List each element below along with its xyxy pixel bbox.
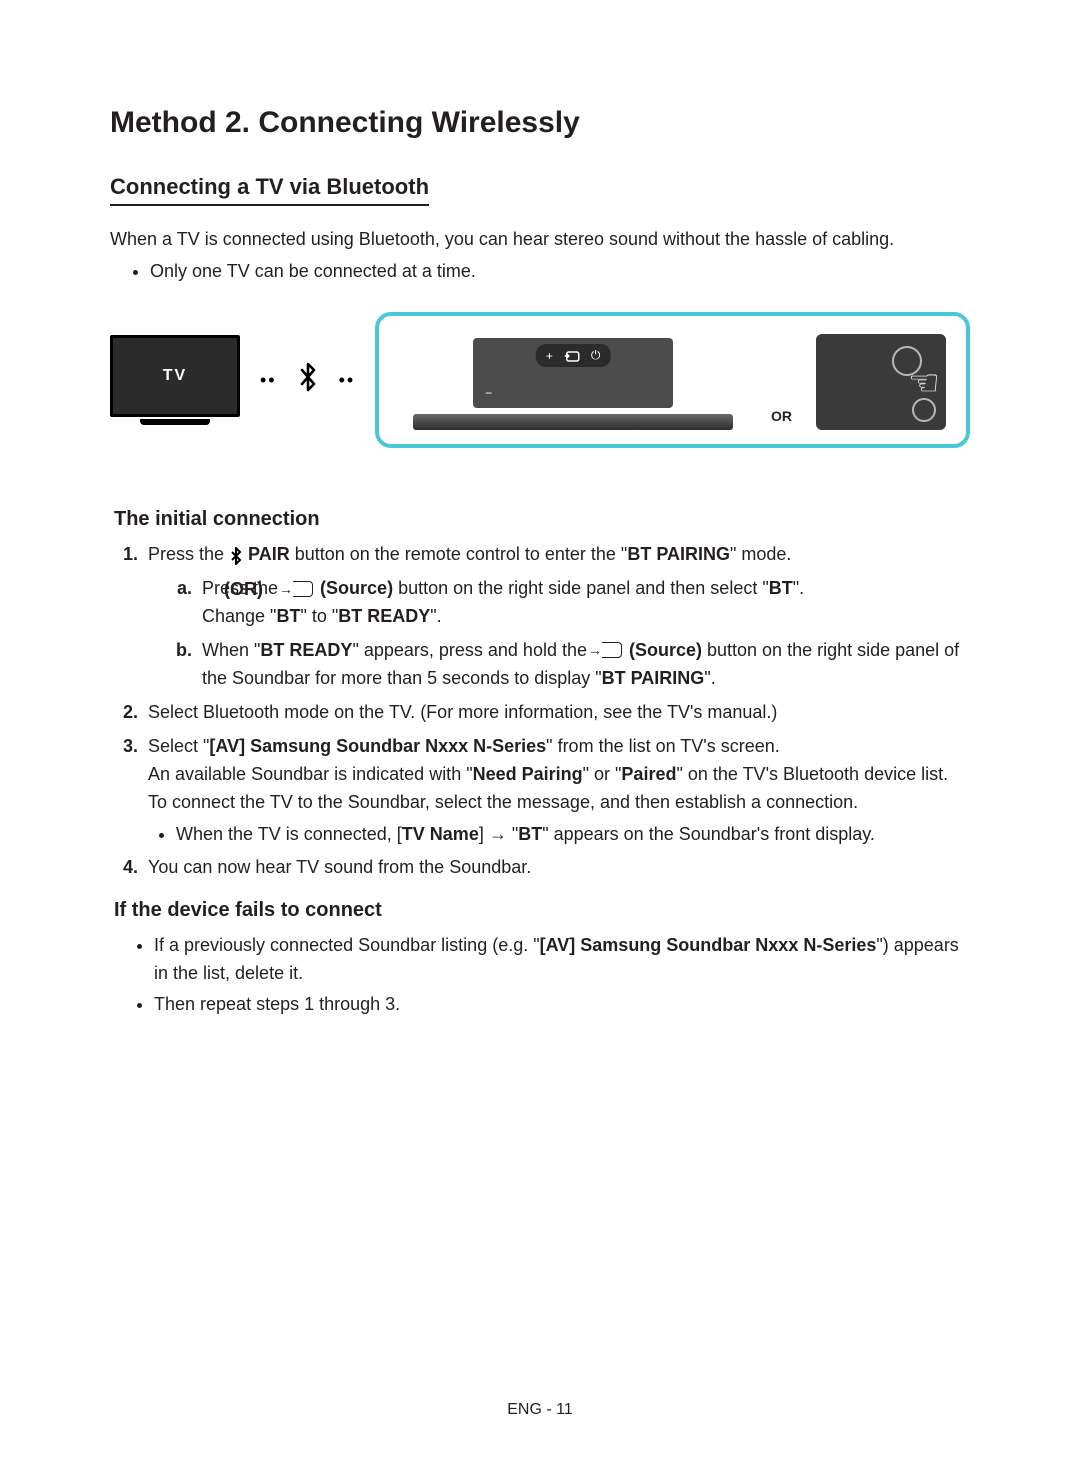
bt-ready-label: BT READY — [260, 640, 352, 660]
soundbar-illustration: + ⏻ − — [399, 338, 747, 430]
step-letter: b. — [174, 637, 202, 693]
step-text: Select " — [148, 736, 209, 756]
step-text: " from the list on TV's screen. — [546, 736, 780, 756]
step-text: " or " — [583, 764, 622, 784]
step-text: ". — [430, 606, 441, 626]
step-2: 2. Select Bluetooth mode on the TV. (For… — [114, 699, 970, 727]
tv-illustration: TV — [110, 335, 240, 425]
fails-list: If a previously connected Soundbar listi… — [110, 932, 970, 1019]
callout-box: + ⏻ − OR ☜ — [375, 312, 970, 448]
bt-pairing-label: BT PAIRING — [627, 544, 730, 564]
step-text: If a previously connected Soundbar listi… — [154, 935, 540, 955]
step-text: " to " — [300, 606, 338, 626]
step-text: When the TV is connected, [ — [176, 824, 402, 844]
soundbar-controls-icon: + ⏻ — [536, 344, 611, 367]
fails-bullet: Then repeat steps 1 through 3. — [154, 991, 970, 1019]
bt-ready-label: BT READY — [338, 606, 430, 626]
page-title: Method 2. Connecting Wirelessly — [110, 106, 970, 140]
step-text: Press the — [148, 544, 229, 564]
bt-label: BT — [276, 606, 300, 626]
section-heading: Connecting a TV via Bluetooth — [110, 174, 429, 206]
remote-illustration: ☜ — [816, 334, 946, 430]
or-label: OR — [771, 408, 792, 424]
step-text: button on the right side panel and then … — [393, 578, 769, 598]
step-number: 2. — [114, 699, 148, 727]
paired-label: Paired — [621, 764, 676, 784]
subsection-heading: If the device fails to connect — [114, 899, 970, 922]
step-letter: a. — [174, 575, 202, 631]
steps-list: 1. Press the PAIR button on the remote c… — [110, 541, 970, 881]
fails-bullet: If a previously connected Soundbar listi… — [154, 932, 970, 988]
step-3: 3. Select "[AV] Samsung Soundbar Nxxx N-… — [114, 733, 970, 848]
signal-dots-left: •• — [260, 370, 277, 391]
subsection-heading: The initial connection — [114, 508, 970, 531]
step-sub-bullet: When the TV is connected, [TV Name] → "B… — [176, 821, 970, 848]
figure-row: TV •• •• + ⏻ − OR — [110, 312, 970, 448]
need-pairing-label: Need Pairing — [473, 764, 583, 784]
source-button-icon — [285, 581, 313, 597]
intro-bullet-item: Only one TV can be connected at a time. — [150, 258, 970, 284]
bluetooth-pair-icon — [229, 544, 243, 564]
step-text: Change " — [202, 606, 276, 626]
intro-text: When a TV is connected using Bluetooth, … — [110, 226, 970, 252]
step-1: 1. Press the PAIR button on the remote c… — [114, 541, 970, 569]
step-text: When " — [202, 640, 260, 660]
intro-bullets: Only one TV can be connected at a time. — [110, 258, 970, 284]
step-text: You can now hear TV sound from the Sound… — [148, 854, 970, 882]
tv-label: TV — [163, 367, 187, 385]
or-aside: (OR) — [224, 579, 263, 600]
step-text: button on the remote control to enter th… — [290, 544, 628, 564]
step-text: " appears on the Soundbar's front displa… — [542, 824, 875, 844]
step-1b: b. When "BT READY" appears, press and ho… — [174, 637, 970, 693]
device-name: [AV] Samsung Soundbar Nxxx N-Series — [209, 736, 546, 756]
pair-label: PAIR — [243, 544, 290, 564]
source-label: (Source) — [315, 578, 393, 598]
step-1a: a. Press the (Source) button on the righ… — [174, 575, 970, 631]
step-text: An available Soundbar is indicated with … — [148, 764, 473, 784]
step-number: 3. — [114, 733, 148, 848]
step-text: " mode. — [730, 544, 791, 564]
step-number: 1. — [114, 541, 148, 569]
step-text: " appears, press and hold the — [352, 640, 592, 660]
tv-name-placeholder: TV Name — [402, 824, 479, 844]
step-number: 4. — [114, 854, 148, 882]
source-label: (Source) — [624, 640, 702, 660]
bluetooth-icon — [297, 362, 319, 399]
device-name: [AV] Samsung Soundbar Nxxx N-Series — [540, 935, 877, 955]
step-text: ] → " — [479, 824, 518, 844]
step-text: ". — [793, 578, 804, 598]
bt-label: BT — [518, 824, 542, 844]
step-text: ". — [704, 668, 715, 688]
step-4: 4. You can now hear TV sound from the So… — [114, 854, 970, 882]
step-text: Select Bluetooth mode on the TV. (For mo… — [148, 699, 970, 727]
source-button-icon — [594, 642, 622, 658]
bt-label: BT — [769, 578, 793, 598]
page-footer: ENG - 11 — [0, 1401, 1080, 1419]
signal-dots-right: •• — [339, 370, 356, 391]
bt-pairing-label: BT PAIRING — [602, 668, 705, 688]
hand-pointer-icon: ☜ — [908, 362, 940, 404]
